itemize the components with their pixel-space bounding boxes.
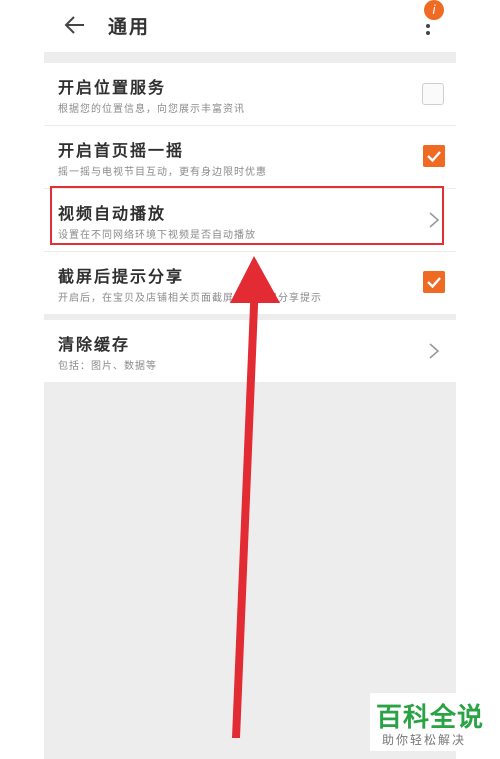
setting-subtitle: 根据您的位置信息，向您展示丰富资讯 [58, 104, 245, 115]
setting-clear-cache[interactable]: 清除缓存 包括：图片、数据等 [44, 320, 456, 382]
watermark-logo: 百科全说 助你轻松解决 [370, 693, 490, 751]
setting-subtitle: 摇一摇与电视节目互动，更有身边限时优惠 [58, 167, 267, 178]
highlight-box [50, 186, 444, 245]
notification-badge: i [424, 0, 444, 20]
setting-title: 开启首页摇一摇 [58, 141, 185, 160]
watermark-main-text: 百科全说 [376, 703, 485, 733]
cache-group: 清除缓存 包括：图片、数据等 [44, 320, 456, 382]
setting-shake[interactable]: 开启首页摇一摇 摇一摇与电视节目互动，更有身边限时优惠 [44, 126, 456, 189]
setting-location-service[interactable]: 开启位置服务 根据您的位置信息，向您展示丰富资讯 [44, 63, 456, 126]
setting-title: 清除缓存 [58, 335, 131, 354]
setting-title: 截屏后提示分享 [58, 267, 185, 286]
watermark-sub-text: 助你轻松解决 [382, 733, 467, 747]
location-checkbox[interactable] [422, 83, 444, 105]
setting-subtitle: 开启后，在宝贝及店铺相关页面截屏，会出现分享提示 [58, 293, 322, 304]
shake-checkbox[interactable] [423, 145, 445, 167]
chevron-right-icon [429, 343, 440, 359]
setting-screenshot-share[interactable]: 截屏后提示分享 开启后，在宝贝及店铺相关页面截屏，会出现分享提示 [44, 252, 456, 314]
page-title: 通用 [108, 16, 151, 38]
back-arrow-icon[interactable] [64, 14, 86, 36]
setting-title: 开启位置服务 [58, 78, 167, 97]
setting-subtitle: 包括：图片、数据等 [58, 361, 157, 372]
app-header: 通用 i [44, 0, 456, 52]
screenshot-share-checkbox[interactable] [423, 271, 445, 293]
